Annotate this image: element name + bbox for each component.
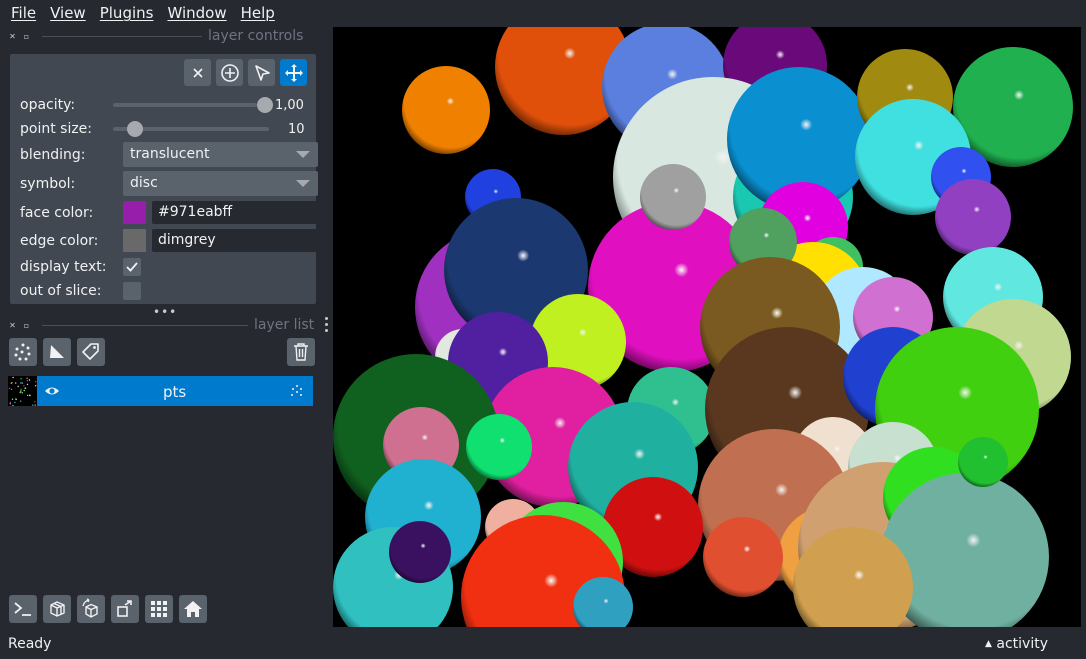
add-points-button[interactable] [216,59,243,86]
sphere [389,521,451,583]
ndisplay-toggle-button[interactable] [43,595,71,623]
transpose-dims-button[interactable] [111,595,139,623]
chevron-down-icon [296,180,310,187]
menu-view[interactable]: View [43,1,93,25]
point-size-label: point size: [20,121,93,137]
new-points-layer-button[interactable] [9,338,37,366]
face-color-swatch[interactable] [123,201,146,224]
opacity-slider-handle[interactable] [257,97,273,113]
float-dock-icon[interactable]: ▫ [22,321,31,330]
delete-layer-button[interactable] [287,338,315,366]
layer-row[interactable]: pts [8,376,313,407]
trash-icon [294,343,308,361]
face-color-label: face color: [20,205,94,221]
layer-list-titlebar: ✕ ▫ layer list [8,316,318,334]
sphere [466,414,532,480]
cube-3d-icon [50,601,65,617]
point-size-value: 10 [288,122,305,137]
point-size-slider-handle[interactable] [127,121,144,137]
add-circle-icon [220,63,239,82]
layer-controls-titlebar: ✕ ▫ layer controls [8,27,313,45]
shapes-icon [50,345,64,358]
edge-color-swatch[interactable] [123,229,146,252]
display-text-label: display text: [20,259,107,275]
layer-controls-title: layer controls [208,28,304,44]
grid-view-button[interactable] [145,595,173,623]
symbol-label: symbol: [20,176,76,192]
blending-dropdown[interactable]: translucent [123,142,318,167]
layer-thumbnail [8,376,37,407]
points-icon [14,343,31,361]
sphere [935,179,1011,255]
sphere [402,66,490,154]
layer-thumbnail-dots [8,376,37,407]
chevron-up-icon: ▲ [985,639,992,649]
new-shapes-layer-button[interactable] [43,338,71,366]
points-layer-type-icon [291,385,302,396]
face-color-input[interactable]: #971eabff [152,201,318,224]
blending-label: blending: [20,147,86,163]
transpose-icon [117,600,132,617]
console-button[interactable] [9,595,37,623]
float-dock-icon[interactable]: ▫ [22,32,31,41]
sphere [958,437,1008,487]
title-divider [42,324,248,326]
layer-controls-panel: opacity: 1,00 point size: 10 blending: t… [10,54,318,304]
home-icon [184,601,202,617]
layer-list-title: layer list [254,317,315,333]
out-of-slice-label: out of slice: [20,283,102,299]
symbol-dropdown[interactable]: disc [123,171,318,196]
menu-window[interactable]: Window [160,1,233,25]
blending-value: translucent [130,146,210,162]
new-labels-layer-button[interactable] [77,338,105,366]
opacity-value: 1,00 [275,98,304,113]
menu-file[interactable]: File [4,1,43,25]
activity-label: activity [996,636,1048,652]
opacity-slider[interactable] [113,103,257,107]
display-text-checkbox[interactable] [123,258,141,276]
sphere [703,517,783,597]
opacity-label: opacity: [20,97,76,113]
title-divider [42,35,202,37]
activity-toggle[interactable]: ▲ activity [985,636,1048,652]
tag-icon [82,343,99,360]
roll-dims-button[interactable] [77,595,105,623]
edge-color-input[interactable]: dimgrey [152,229,318,252]
close-dock-icon[interactable]: ✕ [8,32,17,41]
status-text: Ready [8,636,52,652]
checkmark-icon [126,262,138,272]
delete-points-button[interactable] [184,59,211,86]
menu-help[interactable]: Help [234,1,282,25]
menu-plugins[interactable]: Plugins [93,1,161,25]
menu-bar: File View Plugins Window Help [0,0,1086,26]
move-arrows-icon [284,63,303,82]
pointer-icon [254,64,270,81]
rotate-cube-icon [82,598,98,618]
home-button[interactable] [179,595,207,623]
dock-options-icon[interactable] [323,317,329,332]
eye-icon[interactable] [44,383,60,399]
close-dock-icon[interactable]: ✕ [8,321,17,330]
select-points-button[interactable] [248,59,275,86]
sphere [640,164,706,230]
viewer-canvas[interactable] [333,27,1081,627]
edge-color-label: edge color: [20,233,99,249]
grid-icon [151,601,167,617]
close-icon [192,67,203,78]
chevron-down-icon [296,151,310,158]
rendered-spheres [333,27,1073,627]
out-of-slice-checkbox[interactable] [123,282,141,300]
layer-name[interactable]: pts [163,383,186,401]
pan-zoom-button[interactable] [280,59,307,86]
terminal-icon [14,602,31,616]
symbol-value: disc [130,175,158,191]
